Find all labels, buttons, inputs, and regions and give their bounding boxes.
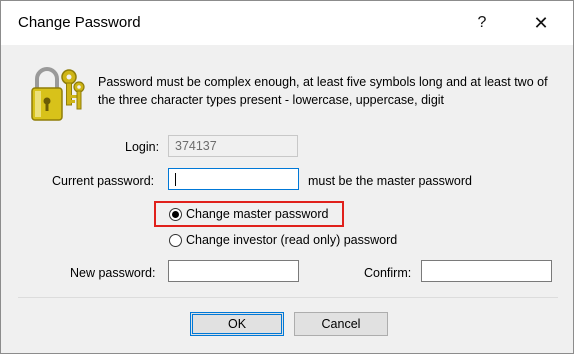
login-label: Login: (125, 140, 160, 154)
cancel-button[interactable]: Cancel (294, 312, 388, 336)
close-button[interactable]: ✕ (521, 7, 561, 39)
radio-investor-label: Change investor (read only) password (186, 233, 398, 247)
current-password-hint: must be the master password (308, 174, 472, 188)
confirm-field[interactable] (421, 260, 552, 282)
change-password-dialog: Change Password ? ✕ Password must be com… (0, 0, 574, 354)
dialog-title: Change Password (18, 14, 141, 31)
current-password-field[interactable] (168, 168, 299, 190)
current-password-label: Current password: (52, 174, 155, 188)
new-password-field[interactable] (168, 260, 299, 282)
radio-button-master[interactable] (169, 207, 182, 221)
help-button[interactable]: ? (462, 7, 502, 39)
new-password-label: New password: (70, 266, 156, 280)
radio-change-investor[interactable]: Change investor (read only) password (169, 230, 397, 250)
confirm-label: Confirm: (364, 266, 412, 280)
radio-button-investor[interactable] (169, 233, 182, 247)
text-caret (175, 173, 176, 186)
radio-master-label: Change master password (186, 207, 329, 221)
ok-button[interactable]: OK (190, 312, 284, 336)
title-bar: Change Password ? ✕ (1, 1, 573, 45)
lock-keys-icon (29, 65, 85, 123)
password-requirements-text: Password must be complex enough, at leas… (98, 75, 548, 107)
separator (18, 297, 558, 298)
radio-change-master[interactable]: Change master password (169, 204, 328, 224)
login-field: 374137 (168, 135, 298, 157)
